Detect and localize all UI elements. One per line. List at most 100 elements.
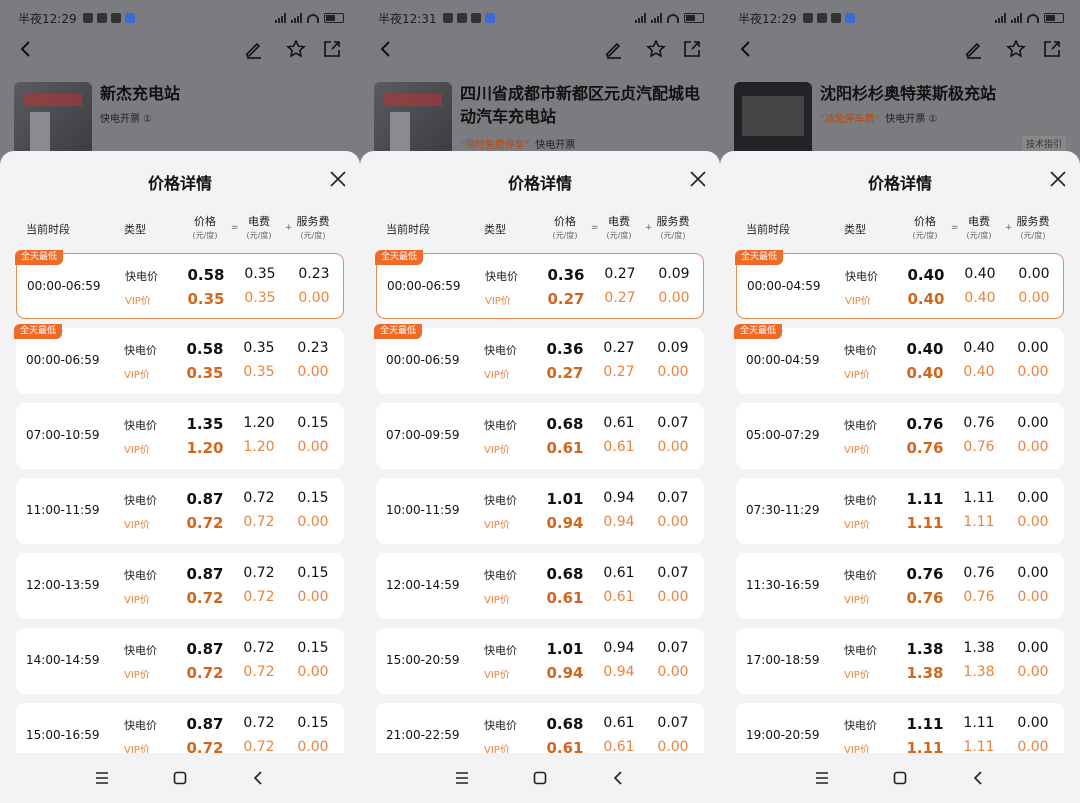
- fast-price: 1.01: [546, 490, 584, 508]
- station-card[interactable]: 四川省成都市新都区元贞汽配城电动汽车充电站 "限时免费停车" 快电开票: [374, 78, 706, 158]
- home-icon[interactable]: [532, 770, 548, 786]
- fast-price: 0.76: [906, 415, 944, 433]
- phone-screen-3: 半夜12:29 沈阳杉杉奥特莱斯极充站 "减免停车费" 快电开票 ① 技术指引 …: [720, 0, 1080, 803]
- vip-service-fee: 0.00: [657, 664, 689, 680]
- type-fast: 快电价: [845, 270, 878, 283]
- close-icon[interactable]: [328, 169, 348, 189]
- price-row: 全天最低 00:00-06:59 快电价 VIP价 0.58 0.35 0.23…: [15, 250, 344, 319]
- status-bar: 半夜12:31: [378, 8, 704, 28]
- type-fast: 快电价: [124, 494, 157, 507]
- back-icon[interactable]: [734, 37, 758, 61]
- time-period: 19:00-20:59: [746, 728, 820, 742]
- edit-icon[interactable]: [962, 37, 986, 61]
- header-service-label: 服务费: [656, 215, 690, 228]
- header-period: 当前时段: [746, 223, 790, 236]
- edit-icon[interactable]: [242, 37, 266, 61]
- price-row: 07:30-11:29 快电价 VIP价 1.11 1.11 0.00 1.11…: [736, 478, 1064, 544]
- type-vip: VIP价: [844, 445, 870, 456]
- share-icon[interactable]: [680, 37, 704, 61]
- header-unit: (元/度): [912, 231, 938, 240]
- header-unit: (元/度): [1020, 231, 1046, 240]
- vip-elec-fee: 0.27: [604, 290, 636, 306]
- fast-price: 1.38: [906, 640, 944, 658]
- header-type: 类型: [124, 223, 146, 236]
- station-guide-link[interactable]: 技术指引: [1021, 136, 1066, 151]
- alarm-icon: [96, 13, 107, 23]
- fast-elec-fee: 0.72: [243, 565, 275, 581]
- fast-price: 0.40: [907, 266, 945, 284]
- fast-service-fee: 0.09: [657, 340, 689, 356]
- price-row: 全天最低 00:00-04:59 快电价 VIP价 0.40 0.40 0.00…: [734, 324, 1064, 394]
- type-fast: 快电价: [484, 419, 517, 432]
- time-period: 00:00-06:59: [26, 353, 100, 367]
- type-vip: VIP价: [125, 296, 151, 307]
- fast-elec-fee: 1.11: [963, 490, 995, 506]
- time-period: 11:30-16:59: [746, 578, 820, 592]
- top-nav: [374, 34, 704, 64]
- header-service: 服务费 (元/度): [650, 213, 696, 241]
- fast-price: 0.58: [186, 340, 224, 358]
- star-icon[interactable]: [284, 37, 308, 61]
- type-vip: VIP价: [124, 595, 150, 606]
- wifi-icon: [1027, 13, 1039, 23]
- signal-icon: [291, 13, 302, 23]
- share-icon[interactable]: [1040, 37, 1064, 61]
- vip-price: 0.27: [547, 290, 585, 308]
- vip-service-fee: 0.00: [1017, 439, 1049, 455]
- fast-elec-fee: 0.61: [603, 415, 635, 431]
- type-vip: VIP价: [484, 370, 510, 381]
- header-unit: (元/度): [966, 231, 992, 240]
- home-icon[interactable]: [172, 770, 188, 786]
- vip-service-fee: 0.00: [658, 290, 690, 306]
- fast-elec-fee: 0.76: [963, 565, 995, 581]
- nav-back-icon[interactable]: [610, 770, 626, 786]
- fast-elec-fee: 0.40: [963, 340, 995, 356]
- menu-icon[interactable]: [814, 770, 830, 786]
- fast-price: 0.76: [906, 565, 944, 583]
- vip-service-fee: 0.00: [298, 290, 330, 306]
- fast-service-fee: 0.15: [297, 715, 329, 731]
- vip-price: 1.11: [906, 514, 944, 532]
- type-fast: 快电价: [844, 344, 877, 357]
- fast-price: 0.87: [186, 490, 224, 508]
- status-right: [635, 13, 704, 23]
- share-icon[interactable]: [320, 37, 344, 61]
- header-service: 服务费 (元/度): [290, 213, 336, 241]
- fast-elec-fee: 0.27: [603, 340, 635, 356]
- price-row: 全天最低 00:00-06:59 快电价 VIP价 0.36 0.27 0.09…: [374, 324, 704, 394]
- fast-price: 0.40: [906, 340, 944, 358]
- station-card[interactable]: 新杰充电站 快电开票 ①: [14, 78, 346, 158]
- time-period: 14:00-14:59: [26, 653, 100, 667]
- status-right: [995, 13, 1064, 23]
- nav-back-icon[interactable]: [250, 770, 266, 786]
- close-icon[interactable]: [1048, 169, 1068, 189]
- station-sub: 快电开票 ①: [100, 110, 152, 125]
- star-icon[interactable]: [644, 37, 668, 61]
- menu-icon[interactable]: [454, 770, 470, 786]
- type-fast: 快电价: [124, 644, 157, 657]
- menu-icon[interactable]: [94, 770, 110, 786]
- vip-elec-fee: 0.40: [964, 290, 996, 306]
- fast-elec-fee: 0.94: [603, 490, 635, 506]
- back-icon[interactable]: [374, 37, 398, 61]
- nav-back-icon[interactable]: [970, 770, 986, 786]
- fast-service-fee: 0.23: [297, 340, 329, 356]
- time-period: 15:00-20:59: [386, 653, 460, 667]
- star-icon[interactable]: [1004, 37, 1028, 61]
- back-icon[interactable]: [14, 37, 38, 61]
- close-icon[interactable]: [688, 169, 708, 189]
- vip-price: 0.76: [906, 439, 944, 457]
- vip-service-fee: 0.00: [657, 514, 689, 530]
- home-icon[interactable]: [892, 770, 908, 786]
- type-fast: 快电价: [484, 494, 517, 507]
- vip-elec-fee: 0.76: [963, 439, 995, 455]
- fast-elec-fee: 0.35: [243, 340, 275, 356]
- status-bar: 半夜12:29: [738, 8, 1064, 28]
- header-type: 类型: [484, 223, 506, 236]
- fast-service-fee: 0.07: [657, 640, 689, 656]
- station-card[interactable]: 沈阳杉杉奥特莱斯极充站 "减免停车费" 快电开票 ① 技术指引: [734, 78, 1066, 158]
- vip-price: 0.61: [546, 589, 584, 607]
- type-vip: VIP价: [844, 595, 870, 606]
- edit-icon[interactable]: [602, 37, 626, 61]
- system-nav-bar: [720, 753, 1080, 803]
